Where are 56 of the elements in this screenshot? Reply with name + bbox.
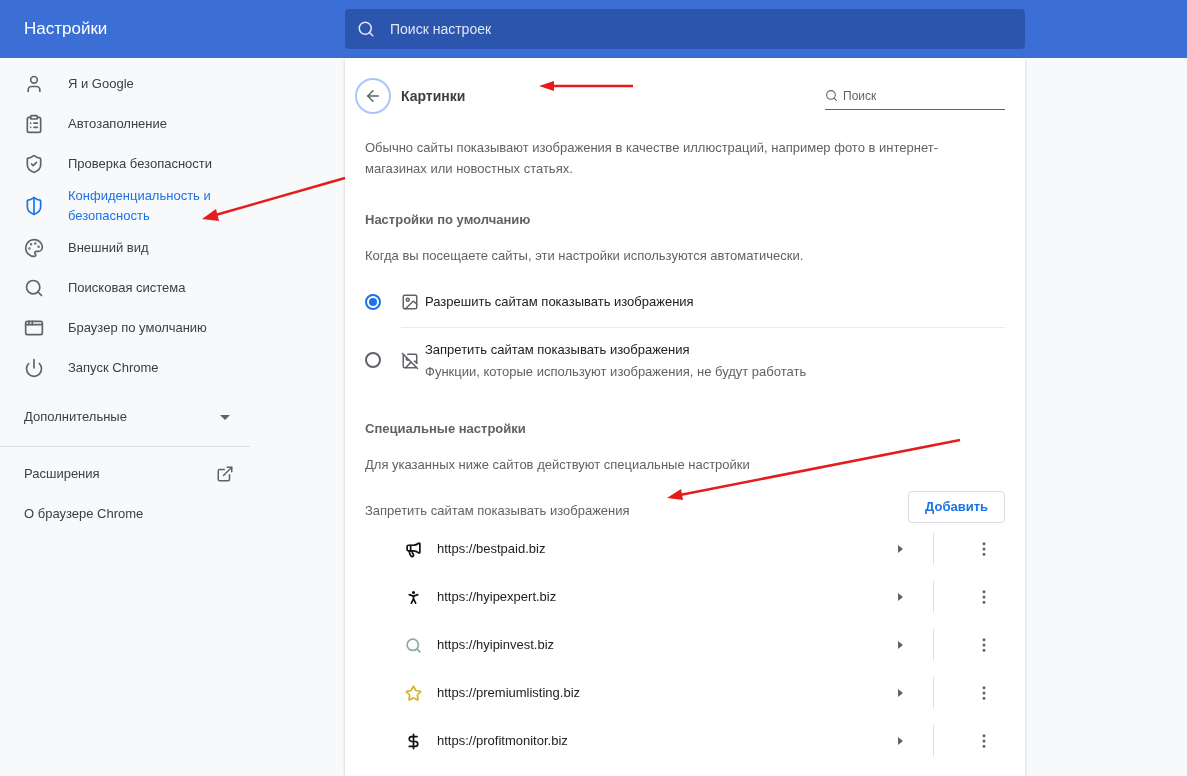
header-title: Настройки xyxy=(23,18,109,41)
star-icon xyxy=(405,684,422,702)
sidebar-item[interactable]: Поисковая система xyxy=(0,268,250,308)
expand-arrow-icon[interactable] xyxy=(898,641,903,649)
list-title: Запретить сайтам показывать изображения xyxy=(365,502,630,521)
advanced-toggle[interactable]: Дополнительные xyxy=(0,392,250,442)
sidebar-item[interactable]: Автозаполнение xyxy=(0,104,250,144)
page-title: Картинки xyxy=(401,86,466,106)
site-url[interactable]: https://bestpaid.biz xyxy=(437,539,898,559)
power-icon xyxy=(24,358,44,378)
external-link-icon xyxy=(216,465,234,483)
sidebar-item[interactable]: Конфиденциальность и безопасность xyxy=(0,184,250,228)
sidebar-item[interactable]: Браузер по умолчанию xyxy=(0,308,250,348)
back-button[interactable] xyxy=(355,78,391,114)
section-description: Для указанных ниже сайтов действуют специальные настройки xyxy=(365,455,751,474)
image-off-icon xyxy=(401,351,419,370)
image-icon xyxy=(401,293,419,311)
browser-window-icon xyxy=(24,318,44,338)
clipboard-icon xyxy=(24,114,44,134)
site-url[interactable]: https://profitmonitor.biz xyxy=(437,731,898,751)
section-heading: Настройки по умолчанию xyxy=(365,211,532,229)
site-url[interactable]: https://premiumlisting.biz xyxy=(437,683,898,703)
about-link[interactable]: О браузере Chrome xyxy=(0,494,250,534)
magnifier-icon xyxy=(405,636,422,654)
search-icon xyxy=(24,278,44,298)
site-url[interactable]: https://hyipexpert.biz xyxy=(437,587,898,607)
person-icon xyxy=(405,588,422,606)
site-url[interactable]: https://hyipinvest.biz xyxy=(437,635,898,655)
option-label: Разрешить сайтам показывать изображения xyxy=(425,293,694,312)
sidebar-item[interactable]: Проверка безопасности xyxy=(0,144,250,184)
section-description: Когда вы посещаете сайты, эти настройки используются автоматически. xyxy=(365,246,805,265)
dollar-icon xyxy=(405,732,422,750)
expand-arrow-icon[interactable] xyxy=(898,737,903,745)
shield-icon xyxy=(24,196,44,216)
search-icon xyxy=(825,89,838,102)
page-search-field[interactable]: Поиск xyxy=(825,83,1005,110)
expand-arrow-icon[interactable] xyxy=(898,593,903,601)
sidebar-item[interactable]: Я и Google xyxy=(0,64,250,104)
person-icon xyxy=(24,74,44,94)
search-icon xyxy=(357,20,375,38)
description-text: Обычно сайты показывают изображения в качестве иллюстраций, например фото в интернет-магазинах или новостных статьях. xyxy=(365,139,939,178)
megaphone-icon xyxy=(405,540,422,558)
extensions-link[interactable]: Расширения xyxy=(0,454,250,494)
shield-check-icon xyxy=(24,154,44,174)
option-sublabel: Функции, которые используют изображения, не будут работать xyxy=(425,362,807,381)
sidebar-item[interactable]: Запуск Chrome xyxy=(0,348,250,388)
expand-arrow-icon[interactable] xyxy=(898,689,903,697)
option-label: Запретить сайтам показывать изображения xyxy=(425,341,691,359)
palette-icon xyxy=(24,238,44,258)
add-button[interactable]: Добавить xyxy=(908,491,1005,523)
settings-search-field[interactable]: Поиск настроек xyxy=(345,9,1025,49)
sidebar-item[interactable]: Внешний вид xyxy=(0,228,250,268)
radio-button[interactable] xyxy=(365,294,381,310)
expand-arrow-icon[interactable] xyxy=(898,545,903,553)
section-heading: Специальные настройки xyxy=(365,420,527,438)
radio-button[interactable] xyxy=(365,352,381,368)
